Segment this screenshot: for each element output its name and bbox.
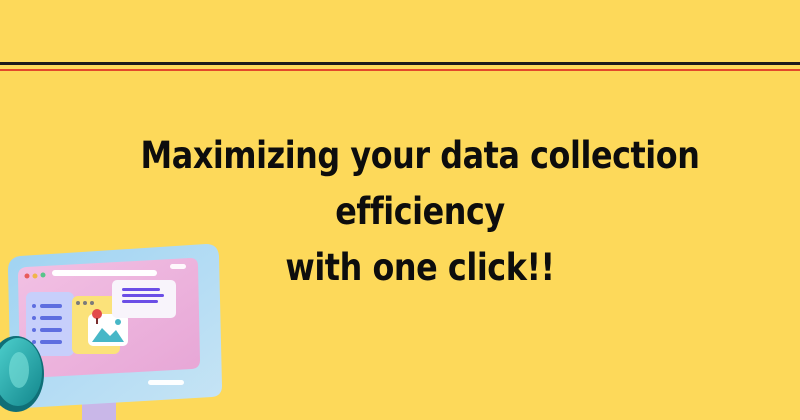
monitor-bottom-bar <box>148 380 184 385</box>
divider-dark <box>0 62 800 65</box>
monitor-illustration <box>0 236 230 420</box>
text-card <box>112 280 176 318</box>
headline-line-2: with one click!! <box>285 246 555 289</box>
headline-line-1: Maximizing your data collection efficien… <box>140 134 700 233</box>
divider-red <box>0 69 800 71</box>
monitor-icon <box>0 244 222 420</box>
